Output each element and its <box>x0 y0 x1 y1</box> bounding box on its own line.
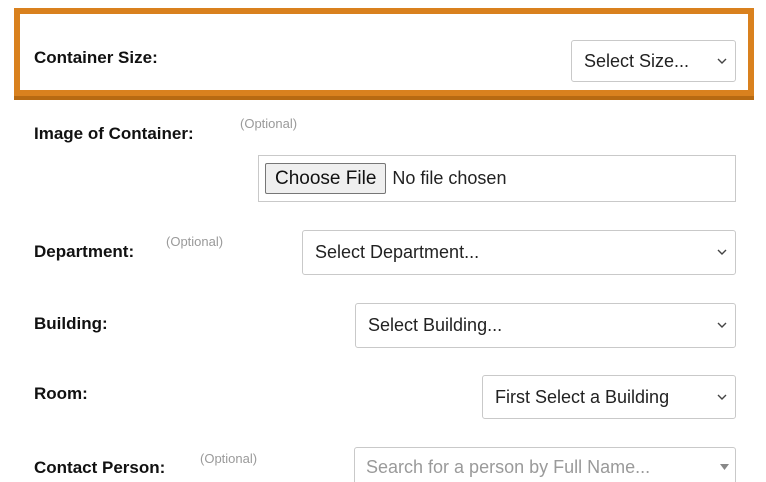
contact-optional-note: (Optional) <box>200 451 258 466</box>
chevron-down-icon <box>709 58 735 65</box>
choose-file-button[interactable]: Choose File <box>265 163 387 194</box>
building-select-value: Select Building... <box>368 315 503 335</box>
container-size-select[interactable]: Select Size... <box>571 40 736 82</box>
chevron-down-icon <box>709 394 735 401</box>
file-status: No file chosen <box>392 168 507 188</box>
image-label: Image of Container: <box>34 124 194 143</box>
container-size-label: Container Size: <box>34 48 158 67</box>
highlight-shadow <box>14 96 754 100</box>
department-select[interactable]: Select Department... <box>302 230 736 275</box>
image-optional-note: (Optional) <box>240 116 298 131</box>
image-file-input[interactable]: Choose File No file chosen <box>258 155 736 202</box>
container-size-select-value: Select Size... <box>584 50 690 71</box>
room-select-value: First Select a Building <box>495 386 670 407</box>
department-optional-note: (Optional) <box>166 234 224 249</box>
chevron-down-icon <box>709 249 735 256</box>
chevron-down-icon <box>709 322 735 329</box>
room-label: Room: <box>34 384 88 403</box>
department-label: Department: <box>34 242 135 261</box>
caret-down-icon <box>713 464 735 470</box>
contact-person-placeholder: Search for a person by Full Name... <box>366 456 651 477</box>
form-page: Container Size: Select Size... Image of … <box>0 0 766 482</box>
building-label: Building: <box>34 314 108 333</box>
building-select[interactable]: Select Building... <box>355 303 736 348</box>
contact-person-search[interactable]: Search for a person by Full Name... <box>354 447 736 482</box>
department-select-value: Select Department... <box>315 242 480 262</box>
room-select[interactable]: First Select a Building <box>482 375 736 419</box>
contact-person-label: Contact Person: <box>34 458 166 477</box>
